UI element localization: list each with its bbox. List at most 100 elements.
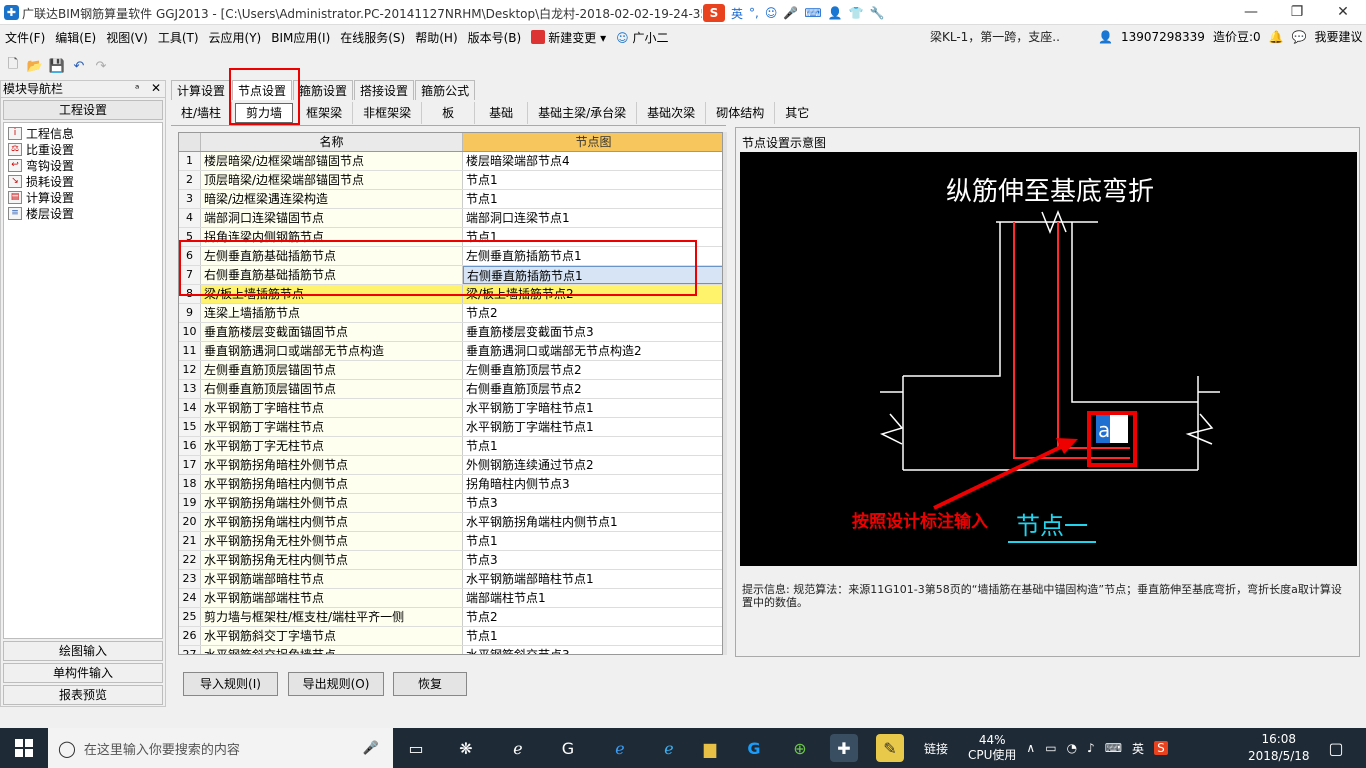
table-row[interactable]: 13 右侧垂直筋顶层锚固节点 右侧垂直筋顶层节点2	[179, 380, 722, 399]
nav-report-preview[interactable]: 报表预览	[3, 685, 163, 705]
sogou-icon[interactable]: S	[703, 4, 725, 22]
dimension-a-label[interactable]: a	[1098, 418, 1110, 442]
menu-cloud[interactable]: 云应用(Y)	[204, 27, 267, 49]
table-row[interactable]: 4 端部洞口连梁锚固节点 端部洞口连梁节点1	[179, 209, 722, 228]
row-name-cell[interactable]: 楼层暗梁/边框梁端部锚固节点	[201, 152, 463, 170]
subtab-non-frame-beam[interactable]: 非框架梁	[353, 102, 423, 124]
tree-item-calculation[interactable]: ▤ 计算设置	[8, 189, 74, 205]
tree-item-density[interactable]: ⚖ 比重设置	[8, 141, 74, 157]
nav-section-project-settings[interactable]: 工程设置	[3, 100, 163, 120]
emoji-icon[interactable]: ☺	[765, 6, 778, 20]
table-row[interactable]: 19 水平钢筋拐角端柱外侧节点 节点3	[179, 494, 722, 513]
nav-single-component-input[interactable]: 单构件输入	[3, 663, 163, 683]
import-rules-button[interactable]: 导入规则(I)	[183, 672, 278, 696]
subtab-foundation-secondary-beam[interactable]: 基础次梁	[637, 102, 707, 124]
account-phone[interactable]: 13907298339	[1121, 30, 1205, 44]
table-row[interactable]: 26 水平钢筋斜交丁字墙节点 节点1	[179, 627, 722, 646]
row-name-cell[interactable]: 水平钢筋丁字端柱节点	[201, 418, 463, 436]
menu-version[interactable]: 版本号(B)	[463, 27, 527, 49]
row-node-cell[interactable]: 节点1	[463, 171, 722, 189]
tree-item-hook[interactable]: ↩ 弯钩设置	[8, 157, 74, 173]
restore-icon[interactable]: ❐	[1274, 0, 1320, 25]
row-name-cell[interactable]: 水平钢筋拐角暗柱外侧节点	[201, 456, 463, 474]
battery-icon[interactable]: ▭	[1045, 741, 1056, 755]
table-row[interactable]: 20 水平钢筋拐角端柱内侧节点 水平钢筋拐角端柱内侧节点1	[179, 513, 722, 532]
pin-icon[interactable]: ᵃ	[135, 82, 139, 95]
row-name-cell[interactable]: 水平钢筋拐角端柱内侧节点	[201, 513, 463, 531]
row-name-cell[interactable]: 水平钢筋斜交丁字墙节点	[201, 627, 463, 645]
row-name-cell[interactable]: 水平钢筋拐角无柱外侧节点	[201, 532, 463, 550]
bell-icon[interactable]: 🔔	[1269, 30, 1284, 44]
tab-lap-settings[interactable]: 搭接设置	[354, 80, 415, 100]
microphone-icon[interactable]: 🎤	[363, 741, 379, 756]
taskbar-search[interactable]: ◯ 在这里输入你要搜索的内容 🎤	[48, 728, 393, 768]
sogou-tray-icon[interactable]: S	[1154, 741, 1168, 755]
keyboard-icon[interactable]: ⌨	[804, 6, 821, 20]
menu-edit[interactable]: 编辑(E)	[50, 27, 101, 49]
windows-start-icon[interactable]	[0, 728, 48, 768]
row-node-cell[interactable]: 端部洞口连梁节点1	[463, 209, 722, 227]
volume-icon[interactable]: ♪	[1087, 741, 1095, 755]
row-name-cell[interactable]: 垂直筋楼层变截面锚固节点	[201, 323, 463, 341]
glodon-g-icon[interactable]: G	[740, 734, 768, 762]
row-node-cell[interactable]: 拐角暗柱内侧节点3	[463, 475, 722, 493]
tray-expand-icon[interactable]: ∧	[1026, 741, 1035, 755]
menu-online[interactable]: 在线服务(S)	[335, 27, 410, 49]
row-name-cell[interactable]: 水平钢筋拐角端柱外侧节点	[201, 494, 463, 512]
ime-toolbar[interactable]: S 英 °, ☺ 🎤 ⌨ 👤 👕 🔧	[703, 3, 908, 23]
menu-new-change[interactable]: 新建变更 ▾	[526, 27, 611, 49]
table-row[interactable]: 25 剪力墙与框架柱/框支柱/端柱平齐一侧 节点2	[179, 608, 722, 627]
row-node-cell[interactable]: 节点2	[463, 304, 722, 322]
coins-label[interactable]: 造价豆:0	[1213, 28, 1261, 45]
minimize-icon[interactable]: —	[1228, 0, 1274, 25]
cpu-meter[interactable]: 44% CPU使用	[968, 733, 1016, 763]
file-explorer-icon[interactable]: ▆	[696, 734, 724, 762]
row-node-cell[interactable]: 水平钢筋斜交节点3	[463, 646, 722, 654]
table-row[interactable]: 14 水平钢筋丁字暗柱节点 水平钢筋丁字暗柱节点1	[179, 399, 722, 418]
row-name-cell[interactable]: 垂直钢筋遇洞口或端部无节点构造	[201, 342, 463, 360]
export-rules-button[interactable]: 导出规则(O)	[288, 672, 384, 696]
row-name-cell[interactable]: 水平钢筋端部端柱节点	[201, 589, 463, 607]
row-node-cell[interactable]: 节点3	[463, 494, 722, 512]
green-app-icon[interactable]: ⊕	[786, 734, 814, 762]
row-name-cell[interactable]: 水平钢筋丁字无柱节点	[201, 437, 463, 455]
row-node-cell[interactable]: 节点1	[463, 627, 722, 645]
subtab-frame-beam[interactable]: 框架梁	[296, 102, 354, 124]
subtab-column[interactable]: 柱/墙柱	[171, 102, 233, 124]
table-row[interactable]: 24 水平钢筋端部端柱节点 端部端柱节点1	[179, 589, 722, 608]
menu-bim[interactable]: BIM应用(I)	[266, 27, 335, 49]
table-row[interactable]: 17 水平钢筋拐角暗柱外侧节点 外侧钢筋连续通过节点2	[179, 456, 722, 475]
skin-icon[interactable]: 👕	[849, 6, 864, 20]
row-name-cell[interactable]: 右侧垂直筋顶层锚固节点	[201, 380, 463, 398]
save-icon[interactable]: 💾	[48, 57, 66, 75]
subtab-slab[interactable]: 板	[422, 102, 476, 124]
spiral-app-icon[interactable]: G	[554, 734, 582, 762]
table-row[interactable]: 22 水平钢筋拐角无柱内侧节点 节点3	[179, 551, 722, 570]
table-row[interactable]: 15 水平钢筋丁字端柱节点 水平钢筋丁字端柱节点1	[179, 418, 722, 437]
ie-icon[interactable]: ℯ	[504, 734, 532, 762]
row-node-cell[interactable]: 节点1	[463, 437, 722, 455]
table-row[interactable]: 16 水平钢筋丁字无柱节点 节点1	[179, 437, 722, 456]
row-name-cell[interactable]: 端部洞口连梁锚固节点	[201, 209, 463, 227]
table-row[interactable]: 11 垂直钢筋遇洞口或端部无节点构造 垂直筋遇洞口或端部无节点构造2	[179, 342, 722, 361]
ie-blue-icon[interactable]: ℯ	[655, 734, 683, 762]
table-row[interactable]: 18 水平钢筋拐角暗柱内侧节点 拐角暗柱内侧节点3	[179, 475, 722, 494]
row-node-cell[interactable]: 端部端柱节点1	[463, 589, 722, 607]
fan-app-icon[interactable]: ❋	[452, 734, 480, 762]
voice-icon[interactable]: 🎤	[783, 6, 798, 20]
row-name-cell[interactable]: 左侧垂直筋顶层锚固节点	[201, 361, 463, 379]
link-toolbar[interactable]: 链接	[924, 740, 948, 757]
table-scrollbar[interactable]	[723, 132, 727, 655]
row-name-cell[interactable]: 顶层暗梁/边框梁端部锚固节点	[201, 171, 463, 189]
wifi-icon[interactable]: ◔	[1067, 741, 1077, 755]
menu-assistant[interactable]: ☺ 广小二	[611, 27, 673, 49]
table-row[interactable]: 27 水平钢筋斜交拐角墙节点 水平钢筋斜交节点3	[179, 646, 722, 654]
table-row[interactable]: 10 垂直筋楼层变截面锚固节点 垂直筋楼层变截面节点3	[179, 323, 722, 342]
tab-stirrup-settings[interactable]: 箍筋设置	[293, 80, 354, 100]
menu-help[interactable]: 帮助(H)	[410, 27, 462, 49]
menu-tools[interactable]: 工具(T)	[153, 27, 204, 49]
edge-icon[interactable]: ℯ	[606, 734, 634, 762]
row-node-cell[interactable]: 水平钢筋丁字暗柱节点1	[463, 399, 722, 417]
lang-indicator[interactable]: 英	[1132, 740, 1144, 757]
taskbar-clock[interactable]: 16:08 2018/5/18	[1248, 731, 1310, 765]
